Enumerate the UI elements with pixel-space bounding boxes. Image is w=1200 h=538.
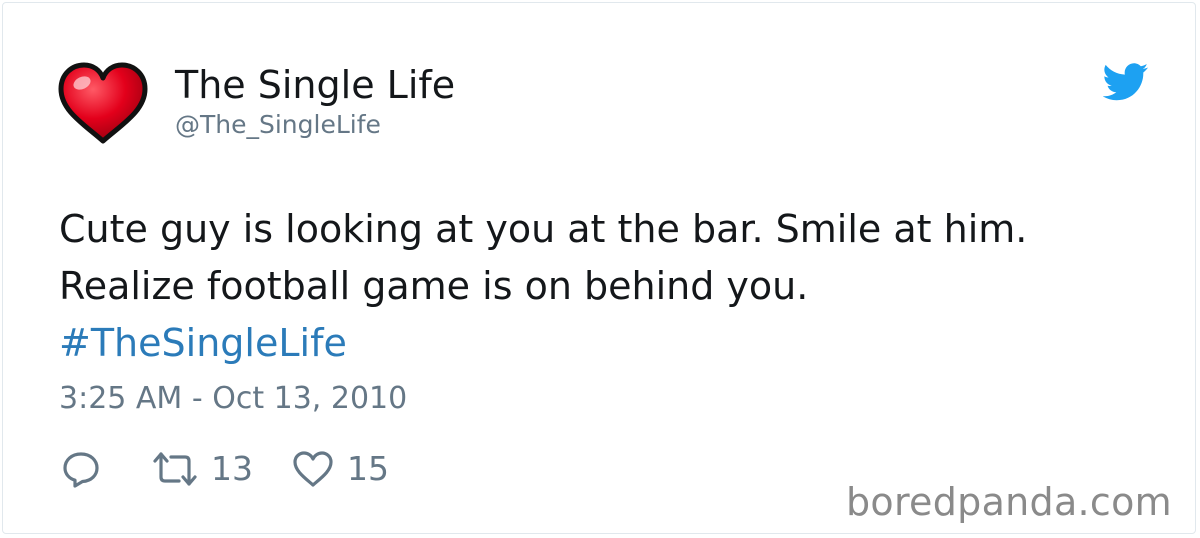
tweet-text: Cute guy is looking at you at the bar. S…	[59, 201, 1159, 372]
tweet-card: The Single Life @The_SingleLife Cute guy…	[2, 2, 1196, 534]
red-heart-icon[interactable]	[55, 61, 151, 145]
hashtag-link[interactable]: #TheSingleLife	[59, 315, 1159, 372]
reply-icon	[63, 452, 99, 488]
retweet-button[interactable]: 13	[151, 447, 253, 491]
like-button[interactable]: 15	[291, 447, 389, 491]
twitter-bird-icon[interactable]	[1103, 63, 1149, 101]
user-handle[interactable]: @The_SingleLife	[175, 109, 381, 141]
reply-button[interactable]	[61, 449, 101, 489]
like-count: 15	[347, 449, 389, 488]
retweet-count: 13	[211, 449, 253, 488]
tweet-text-line: Realize football game is on behind you.	[59, 264, 809, 308]
tweet-text-line: Cute guy is looking at you at the bar. S…	[59, 207, 1028, 251]
heart-outline-icon	[293, 451, 333, 487]
tweet-timestamp[interactable]: 3:25 AM - Oct 13, 2010	[59, 379, 407, 419]
display-name[interactable]: The Single Life	[175, 61, 455, 109]
watermark: boredpanda.com	[846, 480, 1172, 524]
retweet-icon	[153, 452, 197, 486]
tweet-actions: 13 15	[61, 447, 389, 491]
